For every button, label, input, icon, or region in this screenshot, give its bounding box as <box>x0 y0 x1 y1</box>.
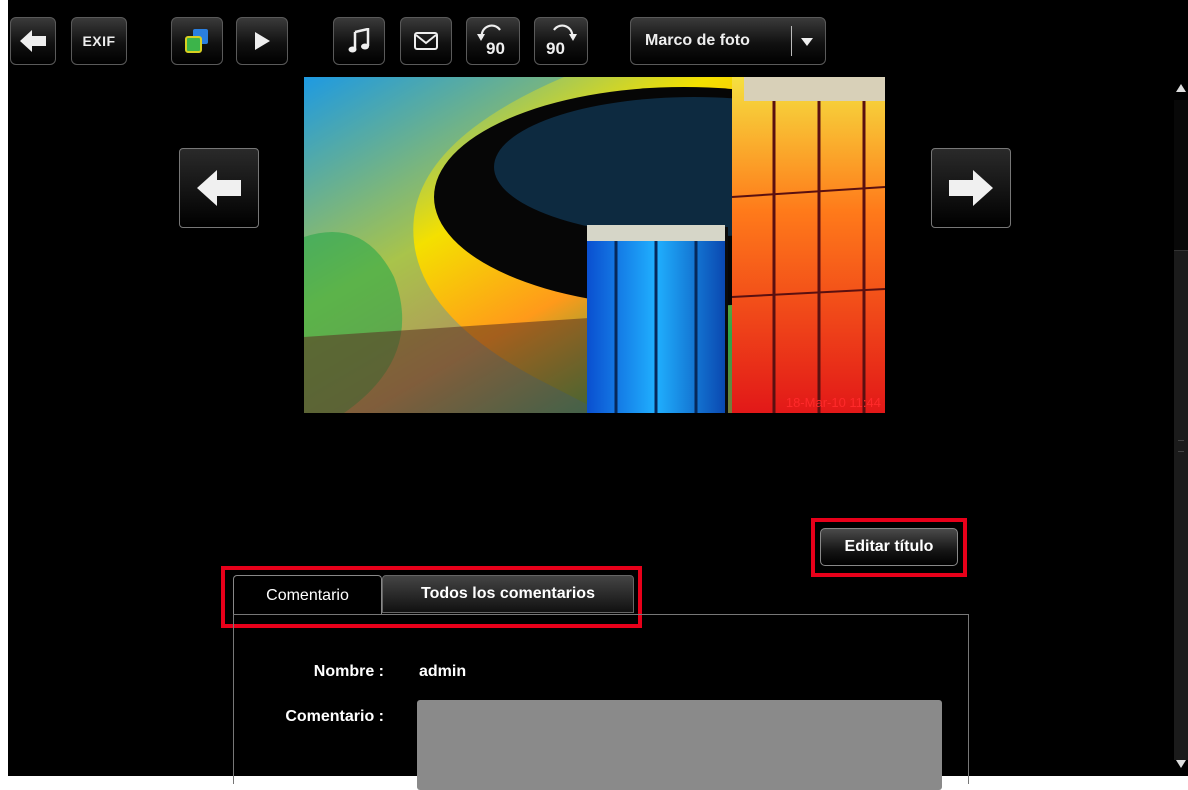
scroll-down-icon[interactable] <box>1176 760 1186 768</box>
exif-label: EXIF <box>82 33 116 49</box>
select-divider <box>791 26 792 56</box>
name-label: Nombre : <box>313 663 384 680</box>
right-arrow-icon <box>949 170 993 206</box>
stacked-photos-icon <box>185 29 208 53</box>
tab-todos-los-comentarios[interactable]: Todos los comentarios <box>382 575 634 613</box>
edit-title-button[interactable]: Editar título <box>820 528 958 566</box>
comment-textarea[interactable] <box>417 700 942 790</box>
rotate-left-icon: 90 <box>477 24 505 58</box>
scroll-up-icon[interactable] <box>1176 84 1186 92</box>
tab-comentario[interactable]: Comentario <box>233 575 382 615</box>
play-button[interactable] <box>236 17 288 65</box>
page-left-edge <box>0 0 8 776</box>
rotate-left-label: 90 <box>486 39 505 58</box>
photo-frame-label: Marco de foto <box>645 32 750 49</box>
play-icon <box>255 32 270 50</box>
envelope-icon <box>414 32 438 50</box>
music-note-icon <box>348 28 370 53</box>
chevron-down-icon <box>801 38 813 46</box>
rotate-left-button[interactable]: 90 <box>466 17 520 65</box>
photo-timestamp: 18-Mar-10 11:44 <box>785 395 881 410</box>
rotate-right-icon: 90 <box>546 24 577 58</box>
exif-button[interactable]: EXIF <box>71 17 127 65</box>
back-arrow-icon <box>20 30 46 52</box>
email-button[interactable] <box>400 17 452 65</box>
photo-display: 18-Mar-10 11:44 <box>304 77 885 413</box>
photo-frame-select[interactable]: Marco de foto <box>630 17 826 65</box>
previous-photo-button[interactable] <box>179 148 259 228</box>
comment-label: Comentario : <box>285 708 384 725</box>
slideshow-mode-button[interactable] <box>171 17 223 65</box>
scrollbar-grip <box>1178 440 1184 452</box>
scrollbar-thumb[interactable] <box>1174 100 1188 251</box>
rotate-right-label: 90 <box>546 39 565 58</box>
rotate-right-button[interactable]: 90 <box>534 17 588 65</box>
name-value: admin <box>419 663 467 680</box>
left-arrow-icon <box>197 170 241 206</box>
music-button[interactable] <box>333 17 385 65</box>
stained-glass-dome-photo <box>304 77 885 413</box>
back-button[interactable] <box>10 17 56 65</box>
next-photo-button[interactable] <box>931 148 1011 228</box>
